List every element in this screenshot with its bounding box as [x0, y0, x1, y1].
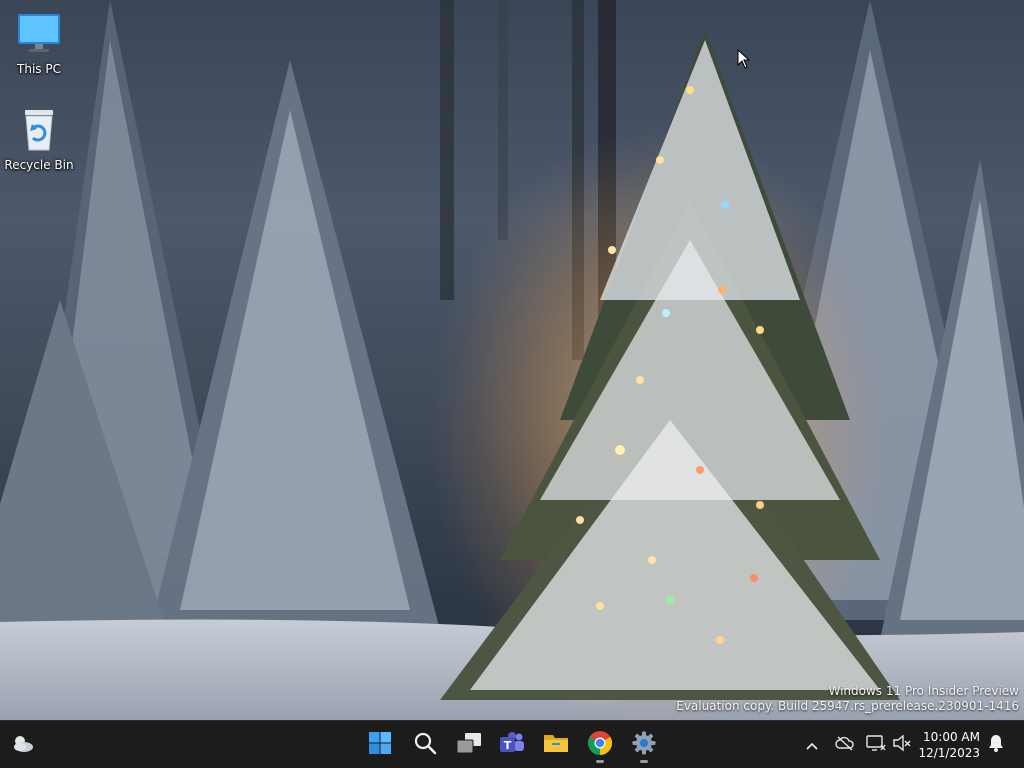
chrome-button[interactable]	[580, 725, 620, 765]
windows-start-icon	[368, 731, 392, 759]
recycle-bin-icon	[15, 106, 63, 154]
weather-widget-icon	[11, 732, 35, 758]
teams-button[interactable]: T	[492, 725, 532, 765]
widgets-button[interactable]	[3, 725, 43, 765]
task-view-icon	[456, 732, 482, 758]
onedrive-tray-button[interactable]	[833, 733, 857, 757]
evaluation-watermark: Windows 11 Pro Insider Preview Evaluatio…	[676, 684, 1019, 714]
search-icon	[413, 731, 437, 759]
running-indicator	[640, 760, 648, 763]
desktop-wallpaper	[0, 0, 1024, 720]
start-button[interactable]	[360, 725, 400, 765]
chevron-up-icon	[805, 736, 819, 755]
teams-icon: T	[499, 731, 525, 759]
desktop-icon-label: Recycle Bin	[4, 158, 74, 172]
file-explorer-button[interactable]	[536, 725, 576, 765]
mouse-pointer-icon	[737, 48, 751, 73]
taskbar: T 10:00 AM 12/1/2023	[0, 720, 1024, 768]
notification-bell-icon	[988, 734, 1004, 756]
show-hidden-icons-button[interactable]	[800, 733, 824, 757]
desktop-icon-this-pc[interactable]: This PC	[1, 10, 77, 76]
chrome-icon	[587, 730, 613, 760]
network-tray-button[interactable]	[864, 733, 888, 757]
watermark-build: Evaluation copy. Build 25947.rs_prerelea…	[676, 699, 1019, 713]
wallpaper-scene	[0, 0, 1024, 720]
watermark-edition: Windows 11 Pro Insider Preview	[828, 684, 1019, 698]
monitor-icon	[15, 10, 63, 58]
volume-tray-button[interactable]	[890, 733, 914, 757]
task-view-button[interactable]	[449, 725, 489, 765]
network-icon	[866, 734, 886, 756]
desktop-icon-recycle-bin[interactable]: Recycle Bin	[1, 106, 77, 172]
svg-text:T: T	[504, 739, 512, 752]
taskbar-clock[interactable]: 10:00 AM 12/1/2023	[918, 729, 980, 761]
search-button[interactable]	[405, 725, 445, 765]
notification-center-button[interactable]	[984, 733, 1008, 757]
running-indicator	[596, 760, 604, 763]
desktop-icon-label: This PC	[17, 62, 61, 76]
volume-muted-icon	[892, 734, 912, 756]
settings-button[interactable]	[624, 725, 664, 765]
onedrive-offline-icon	[835, 735, 855, 755]
settings-gear-icon	[632, 731, 656, 759]
file-explorer-icon	[543, 732, 569, 758]
clock-time: 10:00 AM	[923, 730, 980, 744]
clock-date: 12/1/2023	[918, 746, 980, 760]
